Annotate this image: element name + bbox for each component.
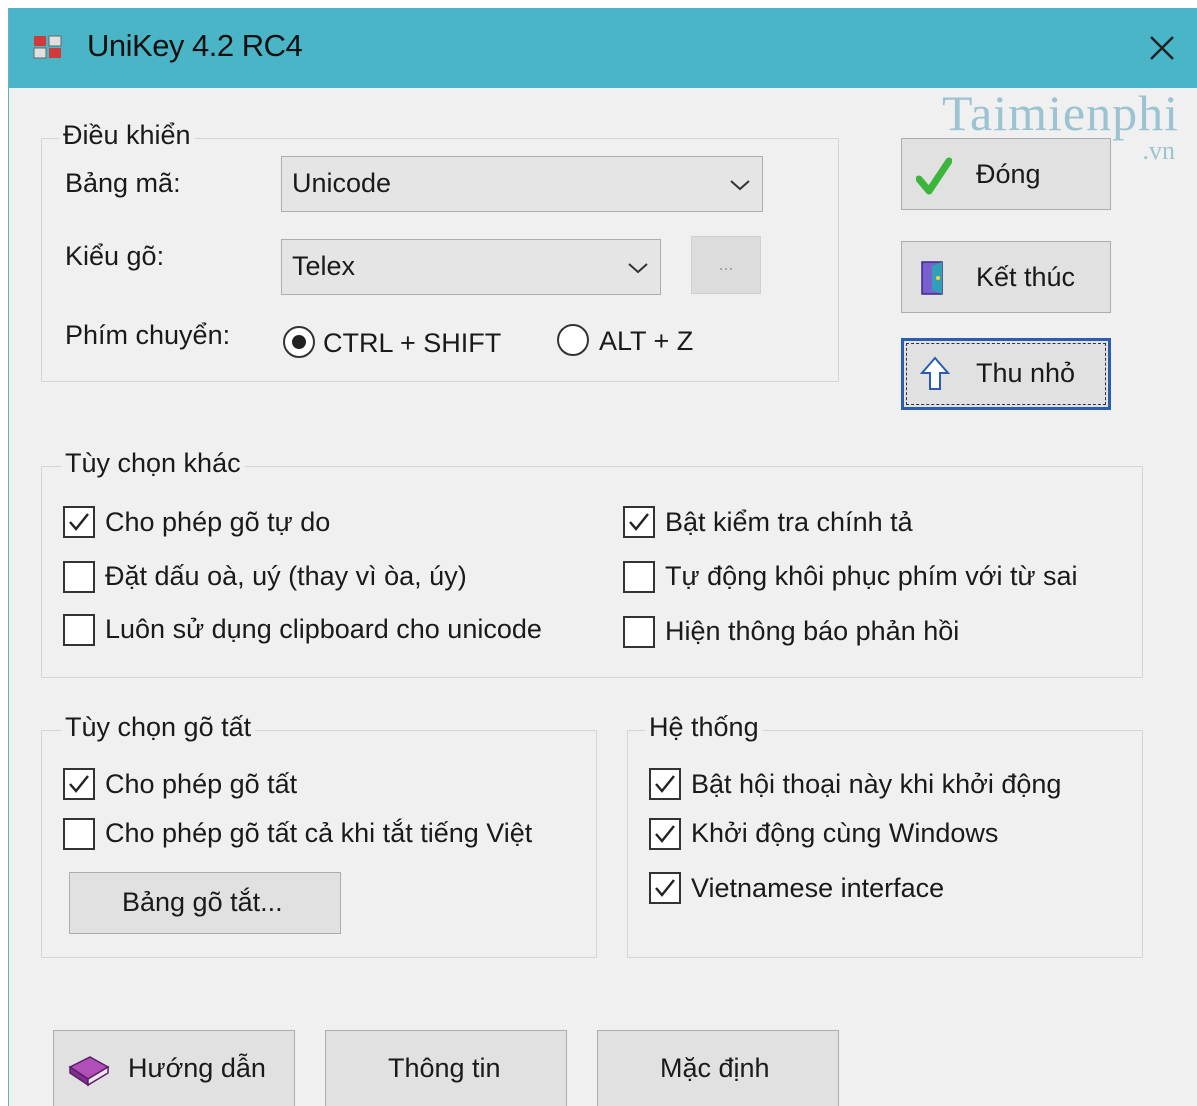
title-bar: UniKey 4.2 RC4	[9, 8, 1197, 88]
window-title: UniKey 4.2 RC4	[87, 28, 303, 63]
checkbox-enable-macro-label[interactable]: Cho phép gõ tất	[105, 769, 297, 800]
radio-alt-z[interactable]	[557, 324, 589, 356]
info-button[interactable]: Thông tin	[325, 1030, 567, 1106]
chevron-down-icon	[628, 263, 648, 274]
checkbox-show-on-startup[interactable]	[649, 768, 681, 800]
checkbox-start-with-windows[interactable]	[649, 818, 681, 850]
checkbox-enable-macro[interactable]	[63, 768, 95, 800]
checkbox-modern-tone-label[interactable]: Đặt dấu oà, uý (thay vì òa, úy)	[105, 561, 467, 592]
macro-table-button[interactable]: Bảng gõ tắt...	[69, 872, 341, 934]
checkbox-feedback-label[interactable]: Hiện thông báo phản hồi	[665, 616, 959, 647]
help-button-label: Hướng dẫn	[128, 1053, 266, 1083]
default-button-label: Mặc định	[660, 1053, 770, 1083]
help-button[interactable]: Hướng dẫn	[53, 1030, 295, 1106]
input-method-more-button[interactable]: ...	[691, 236, 761, 294]
unikey-window: UniKey 4.2 RC4 Taimienphi .vn Điều khiển…	[8, 8, 1197, 1106]
checkbox-spell-check-label[interactable]: Bật kiểm tra chính tả	[665, 507, 913, 538]
arrow-up-icon	[920, 356, 950, 390]
exit-button-label: Kết thúc	[976, 262, 1076, 292]
chevron-down-icon	[730, 180, 750, 191]
checkbox-show-on-startup-label[interactable]: Bật hội thoại này khi khởi động	[691, 769, 1061, 800]
minimize-button[interactable]: Thu nhỏ	[901, 338, 1111, 410]
checkbox-vietnamese-interface-label[interactable]: Vietnamese interface	[691, 873, 944, 904]
checkbox-auto-restore[interactable]	[623, 561, 655, 593]
charset-select[interactable]: Unicode	[281, 156, 763, 212]
checkbox-clipboard-unicode[interactable]	[63, 614, 95, 646]
checkmark-icon	[916, 157, 952, 195]
input-method-label: Kiểu gõ:	[65, 241, 165, 271]
app-logo-icon	[33, 34, 63, 60]
minimize-button-label: Thu nhỏ	[976, 358, 1076, 388]
door-icon	[921, 261, 943, 295]
book-icon	[68, 1056, 110, 1087]
info-button-label: Thông tin	[388, 1053, 501, 1083]
default-button[interactable]: Mặc định	[597, 1030, 839, 1106]
charset-value: Unicode	[292, 168, 392, 198]
checkbox-macro-when-off-label[interactable]: Cho phép gõ tất cả khi tắt tiếng Việt	[105, 818, 532, 849]
close-button-label: Đóng	[976, 159, 1041, 189]
system-legend: Hệ thống	[645, 712, 763, 743]
macro-table-button-label: Bảng gõ tắt...	[122, 887, 283, 917]
checkbox-free-typing-label[interactable]: Cho phép gõ tự do	[105, 507, 330, 538]
checkbox-modern-tone[interactable]	[63, 561, 95, 593]
checkbox-feedback[interactable]	[623, 616, 655, 648]
checkbox-auto-restore-label[interactable]: Tự động khôi phục phím với từ sai	[665, 561, 1078, 592]
controls-legend: Điều khiển	[59, 120, 195, 151]
input-method-select[interactable]: Telex	[281, 239, 661, 295]
radio-alt-z-label[interactable]: ALT + Z	[599, 326, 693, 357]
checkbox-clipboard-unicode-label[interactable]: Luôn sử dụng clipboard cho unicode	[105, 614, 542, 645]
input-method-value: Telex	[292, 251, 356, 281]
radio-ctrl-shift-label[interactable]: CTRL + SHIFT	[323, 328, 501, 359]
radio-ctrl-shift[interactable]	[283, 326, 315, 358]
close-window-button[interactable]	[1127, 8, 1197, 88]
checkbox-macro-when-off[interactable]	[63, 818, 95, 850]
checkbox-vietnamese-interface[interactable]	[649, 872, 681, 904]
macro-options-legend: Tùy chọn gõ tất	[61, 712, 256, 743]
charset-label: Bảng mã:	[65, 168, 181, 198]
close-icon	[1150, 36, 1174, 60]
other-options-legend: Tùy chọn khác	[61, 448, 245, 479]
exit-button[interactable]: Kết thúc	[901, 241, 1111, 313]
watermark-suffix: .vn	[1142, 136, 1176, 165]
switch-key-label: Phím chuyển:	[65, 320, 231, 350]
checkbox-start-with-windows-label[interactable]: Khởi động cùng Windows	[691, 818, 998, 849]
close-button[interactable]: Đóng	[901, 138, 1111, 210]
checkbox-free-typing[interactable]	[63, 506, 95, 538]
watermark-logo: Taimienphi	[941, 85, 1179, 141]
checkbox-spell-check[interactable]	[623, 506, 655, 538]
